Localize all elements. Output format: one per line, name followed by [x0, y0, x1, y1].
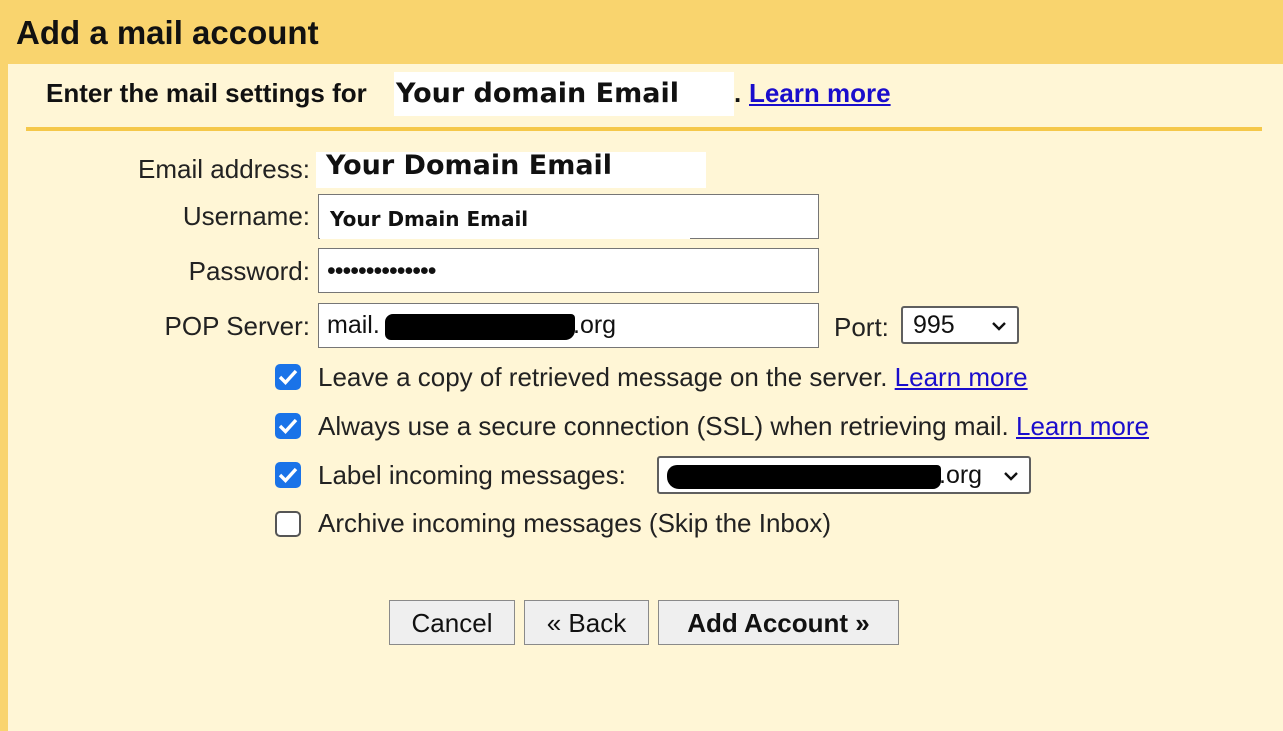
- leave-copy-label: Leave a copy of retrieved message on the…: [318, 362, 888, 392]
- pop-server-suffix: .org: [573, 311, 617, 339]
- heading-learn-more-link[interactable]: Learn more: [749, 78, 891, 109]
- heading-divider: [26, 127, 1262, 131]
- heading-dot: .: [734, 78, 742, 108]
- checkmark-icon: [278, 369, 298, 385]
- email-address-value: Your Domain Email: [316, 150, 706, 188]
- back-button[interactable]: « Back: [524, 600, 649, 645]
- pop-server-field[interactable]: mail. .org: [318, 303, 819, 348]
- label-select-suffix: .org: [939, 461, 983, 489]
- leave-copy-checkbox[interactable]: [275, 364, 301, 390]
- settings-heading: Enter the mail settings for: [46, 78, 367, 108]
- label-incoming-checkbox[interactable]: [275, 462, 301, 488]
- ssl-option: Always use a secure connection (SSL) whe…: [318, 411, 1149, 442]
- username-label: Username:: [182, 201, 310, 231]
- ssl-label: Always use a secure connection (SSL) whe…: [318, 411, 1009, 441]
- leave-copy-learn-more-link[interactable]: Learn more: [895, 362, 1028, 392]
- pop-server-label: POP Server:: [164, 311, 310, 341]
- heading-domain-text: Your domain Email: [396, 78, 679, 109]
- password-value: ••••••••••••••: [327, 257, 437, 285]
- label-select-redaction: [667, 465, 941, 489]
- email-address-label: Email address:: [138, 154, 310, 184]
- username-value-overlay: Your Dmain Email: [320, 203, 690, 239]
- ssl-checkbox[interactable]: [275, 413, 301, 439]
- password-label: Password:: [188, 256, 310, 286]
- port-value: 995: [913, 311, 955, 339]
- cancel-button[interactable]: Cancel: [389, 600, 515, 645]
- add-account-button[interactable]: Add Account »: [658, 600, 899, 645]
- chevron-down-icon: [992, 322, 1006, 331]
- dialog-title: Add a mail account: [16, 14, 319, 51]
- archive-label: Archive incoming messages (Skip the Inbo…: [318, 508, 832, 538]
- archive-checkbox[interactable]: [275, 511, 301, 537]
- password-field[interactable]: ••••••••••••••: [318, 248, 819, 293]
- port-select[interactable]: 995: [901, 306, 1019, 344]
- ssl-learn-more-link[interactable]: Learn more: [1016, 411, 1149, 441]
- title-bar: Add a mail account: [0, 0, 1283, 64]
- checkmark-icon: [278, 467, 298, 483]
- checkmark-icon: [278, 418, 298, 434]
- label-incoming-select[interactable]: .org: [657, 456, 1031, 494]
- pop-server-redaction: [385, 314, 575, 340]
- port-label: Port:: [834, 312, 889, 342]
- leave-copy-option: Leave a copy of retrieved message on the…: [318, 362, 1028, 393]
- label-incoming-label: Label incoming messages:: [318, 460, 626, 490]
- pop-server-prefix: mail.: [327, 311, 380, 339]
- chevron-down-icon: [1004, 472, 1018, 481]
- heading-domain-redaction: Your domain Email: [394, 72, 734, 116]
- username-value: Your Dmain Email: [330, 207, 529, 231]
- email-address-text: Your Domain Email: [326, 150, 613, 181]
